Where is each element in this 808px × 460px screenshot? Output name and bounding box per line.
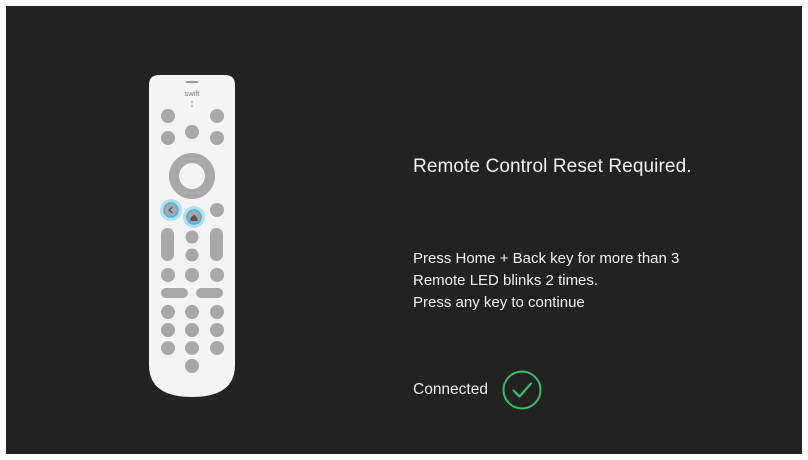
remote-brand: swift <box>185 89 201 98</box>
instruction-line: Remote LED blinks 2 times. <box>413 272 599 289</box>
instruction-list: Press Home + Back key for more than 3 Re… <box>413 248 679 314</box>
status-label: Connected <box>413 381 488 398</box>
tv-screen: swift Remote Control Reset Required. Pre… <box>6 6 802 454</box>
remote-control-icon: swift <box>149 75 235 397</box>
check-circle-icon <box>502 370 542 410</box>
instruction-line: Press any key to continue <box>413 294 585 311</box>
connection-status: Connected <box>413 370 542 410</box>
instruction-line: Press Home + Back key for more than 3 <box>413 250 680 267</box>
remote-illustration: swift <box>149 75 235 397</box>
dialog-title: Remote Control Reset Required. <box>413 156 692 177</box>
